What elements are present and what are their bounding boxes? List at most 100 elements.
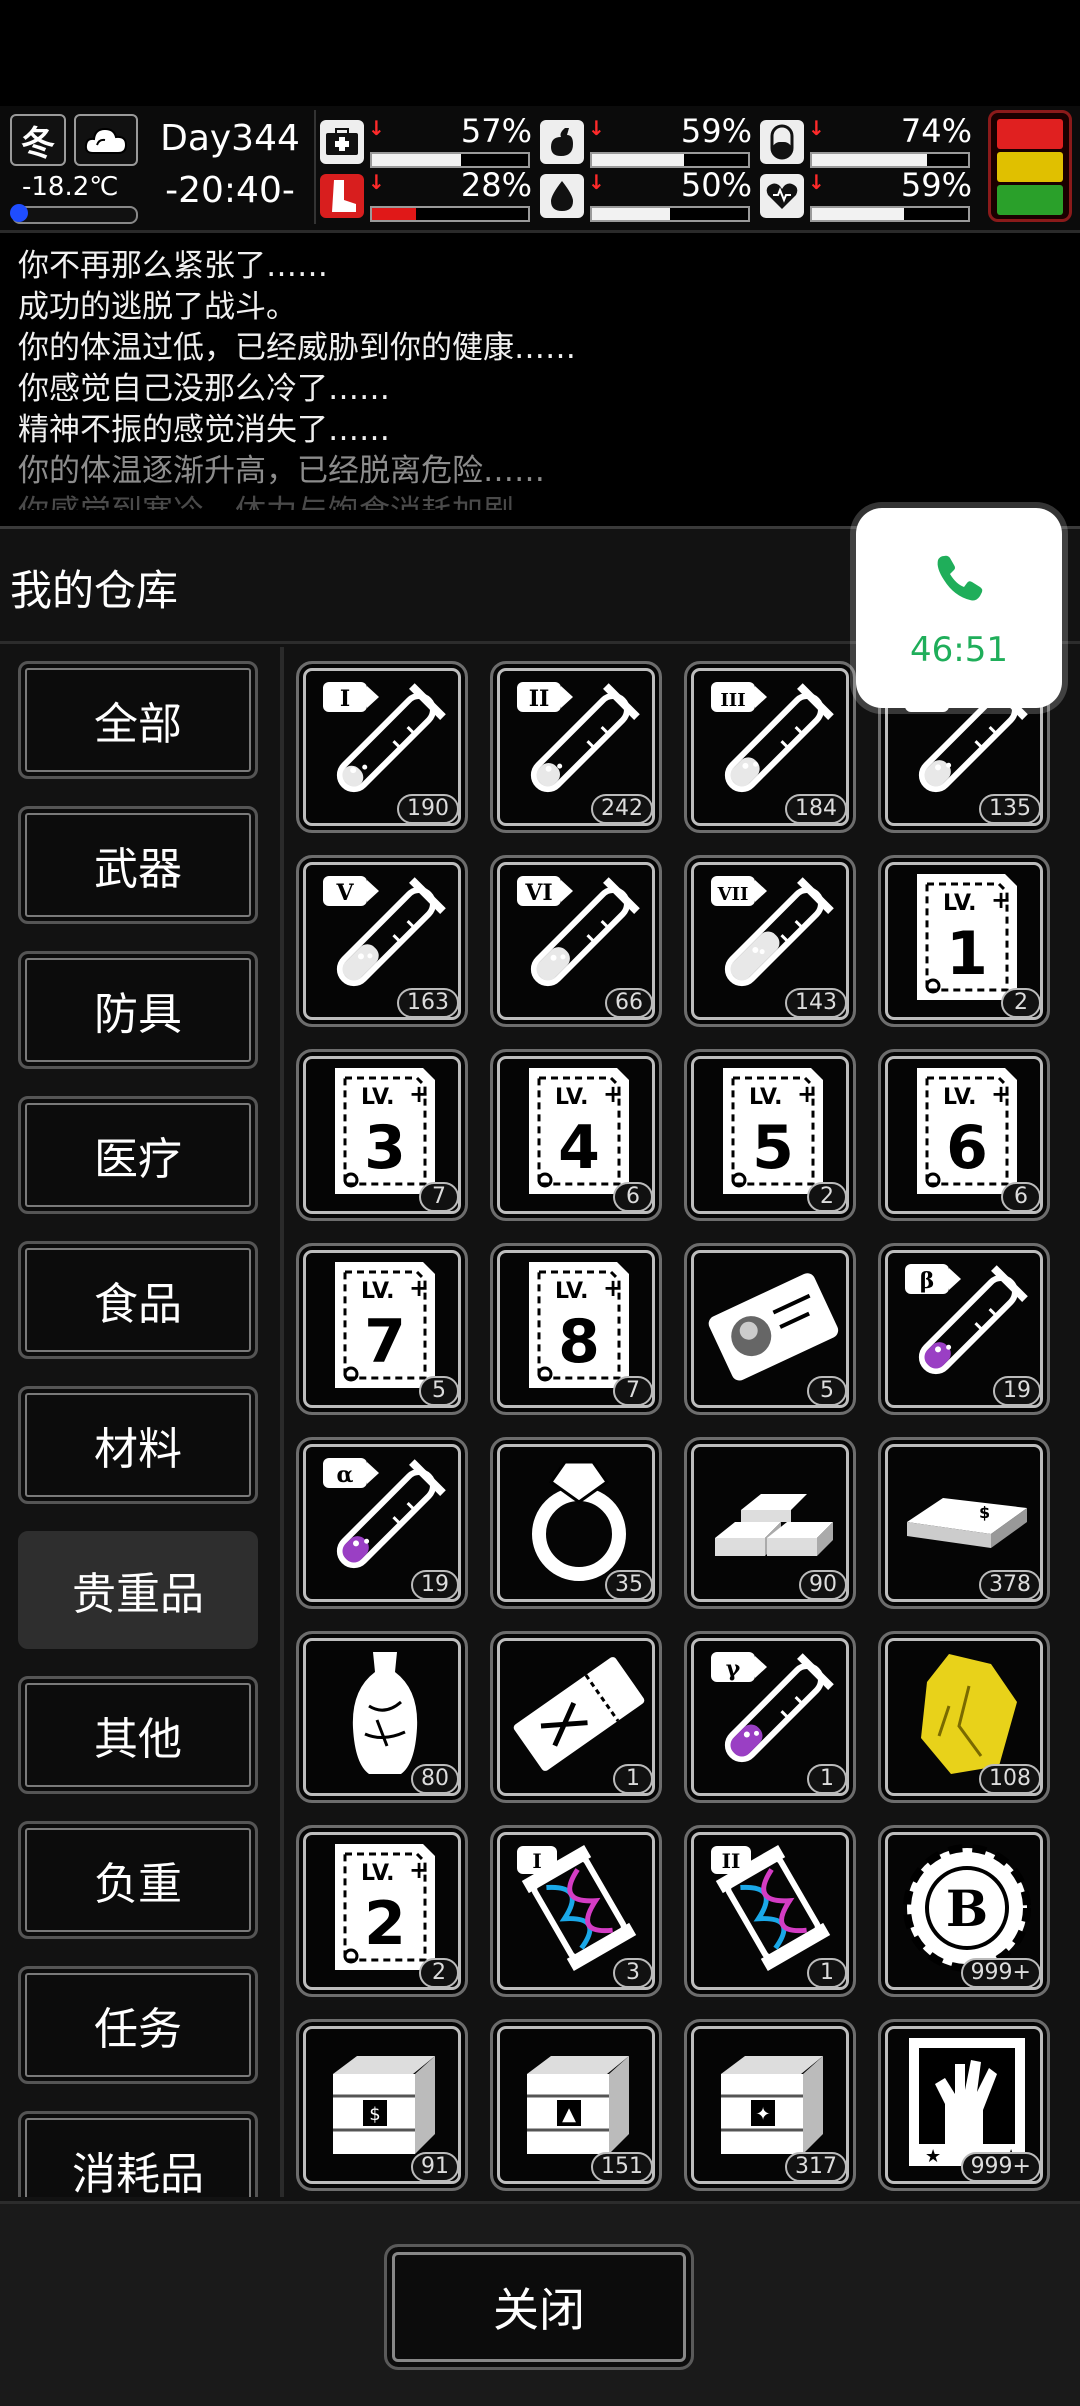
alert-green: [997, 185, 1063, 215]
item-slot[interactable]: II 1: [684, 1825, 856, 1997]
stat-percent: 50%: [680, 166, 752, 204]
item-count: 1: [807, 1958, 847, 1988]
item-count: 999+: [960, 1958, 1041, 1988]
svg-text:✦: ✦: [755, 2104, 770, 2125]
item-slot[interactable]: I 190: [296, 661, 468, 833]
alert-indicator[interactable]: [988, 110, 1072, 222]
item-slot[interactable]: ✦ 317: [684, 2019, 856, 2191]
item-slot[interactable]: LV. + 2 2: [296, 1825, 468, 1997]
svg-text:III: III: [720, 690, 745, 711]
item-count: 91: [411, 2152, 459, 2182]
category-consumables[interactable]: 消耗品: [18, 2111, 258, 2197]
svg-text:$: $: [979, 1503, 990, 1522]
item-count: 7: [419, 1182, 459, 1212]
item-count: 7: [613, 1376, 653, 1406]
floating-call-bubble[interactable]: 46:51: [856, 508, 1062, 708]
category-weapons[interactable]: 武器: [18, 806, 258, 924]
item-slot[interactable]: VI 66: [490, 855, 662, 1027]
svg-text:+: +: [409, 1274, 429, 1302]
item-count: 999+: [960, 2152, 1041, 2182]
status-bar: 冬 -18.2℃ Day344 -20:40- ↓ 57% ↓ 59% ↓ 74…: [0, 106, 1080, 233]
svg-text:4: 4: [558, 1113, 600, 1183]
item-slot[interactable]: B 999+: [878, 1825, 1050, 1997]
category-sidebar[interactable]: 全部 武器 防具 医疗 食品 材料 贵重品 其他 负重 任务 消耗品: [0, 647, 284, 2197]
cloud-icon: [74, 114, 138, 166]
item-slot[interactable]: LV. + 4 6: [490, 1049, 662, 1221]
stat-bar-fill: [812, 208, 905, 220]
item-slot[interactable]: LV. + 8 7: [490, 1243, 662, 1415]
down-arrow-icon: ↓: [368, 116, 385, 140]
item-slot[interactable]: III 184: [684, 661, 856, 833]
stomach-icon: [540, 120, 584, 164]
item-slot[interactable]: 90: [684, 1437, 856, 1609]
stat-bar-fill: [372, 154, 461, 166]
item-slot[interactable]: $ 91: [296, 2019, 468, 2191]
item-slot[interactable]: I 3: [490, 1825, 662, 1997]
stat-bar-fill: [812, 154, 928, 166]
item-slot[interactable]: VII 143: [684, 855, 856, 1027]
item-count: 2: [807, 1182, 847, 1212]
item-slot[interactable]: 1: [490, 1631, 662, 1803]
item-slot[interactable]: LV. + 7 5: [296, 1243, 468, 1415]
category-food[interactable]: 食品: [18, 1241, 258, 1359]
svg-text:2: 2: [364, 1889, 406, 1959]
item-count: 6: [613, 1182, 653, 1212]
item-slot[interactable]: LV. + 5 2: [684, 1049, 856, 1221]
category-quests[interactable]: 任务: [18, 1966, 258, 2084]
svg-text:I: I: [340, 686, 350, 712]
item-count: 184: [785, 794, 847, 824]
item-slot[interactable]: II 242: [490, 661, 662, 833]
down-arrow-icon: ↓: [368, 170, 385, 194]
item-grid[interactable]: I 190 II 242 III 184 135 V 163 VI 66 VII…: [296, 661, 1066, 2197]
category-valuables[interactable]: 贵重品: [18, 1531, 258, 1649]
svg-text:γ: γ: [726, 1656, 741, 1682]
category-medical[interactable]: 医疗: [18, 1096, 258, 1214]
svg-text:LV.: LV.: [943, 1085, 977, 1110]
item-slot[interactable]: LV. + 3 7: [296, 1049, 468, 1221]
category-carry[interactable]: 负重: [18, 1821, 258, 1939]
svg-text:+: +: [991, 1080, 1011, 1108]
category-all[interactable]: 全部: [18, 661, 258, 779]
svg-text:B: B: [946, 1879, 988, 1938]
item-count: 151: [591, 2152, 653, 2182]
item-slot[interactable]: ★★999+: [878, 2019, 1050, 2191]
item-slot[interactable]: $378: [878, 1437, 1050, 1609]
svg-text:LV.: LV.: [749, 1085, 783, 1110]
item-slot[interactable]: γ 1: [684, 1631, 856, 1803]
stat-percent: 28%: [460, 166, 532, 204]
item-slot[interactable]: ▲ 151: [490, 2019, 662, 2191]
item-slot[interactable]: 108: [878, 1631, 1050, 1803]
item-slot[interactable]: α 19: [296, 1437, 468, 1609]
svg-text:+: +: [409, 1080, 429, 1108]
svg-text:+: +: [797, 1080, 817, 1108]
item-slot[interactable]: 80: [296, 1631, 468, 1803]
item-count: 135: [979, 794, 1041, 824]
alert-red: [997, 119, 1063, 149]
svg-text:5: 5: [752, 1113, 794, 1183]
item-slot[interactable]: V 163: [296, 855, 468, 1027]
item-slot[interactable]: β 19: [878, 1243, 1050, 1415]
svg-text:+: +: [409, 1856, 429, 1884]
close-button[interactable]: 关闭: [384, 2244, 694, 2370]
log-line: 精神不振的感觉消失了……: [18, 412, 390, 448]
item-slot[interactable]: 5: [684, 1243, 856, 1415]
category-materials[interactable]: 材料: [18, 1386, 258, 1504]
stat-bar: [810, 206, 970, 222]
category-other[interactable]: 其他: [18, 1676, 258, 1794]
stat-spirit: ↓ 59%: [760, 166, 972, 222]
stat-health: ↓ 57%: [320, 112, 532, 168]
item-slot[interactable]: LV. + 1 2: [878, 855, 1050, 1027]
svg-text:+: +: [991, 886, 1011, 914]
stat-bar-fill: [592, 208, 670, 220]
svg-text:VI: VI: [524, 880, 552, 906]
svg-text:LV.: LV.: [555, 1085, 589, 1110]
item-slot[interactable]: LV. + 6 6: [878, 1049, 1050, 1221]
item-count: 2: [1001, 988, 1041, 1018]
alert-yellow: [997, 152, 1063, 182]
category-armor[interactable]: 防具: [18, 951, 258, 1069]
item-count: 80: [411, 1764, 459, 1794]
item-count: 378: [979, 1570, 1041, 1600]
stat-percent: 59%: [900, 166, 972, 204]
item-count: 6: [1001, 1182, 1041, 1212]
item-slot[interactable]: 35: [490, 1437, 662, 1609]
